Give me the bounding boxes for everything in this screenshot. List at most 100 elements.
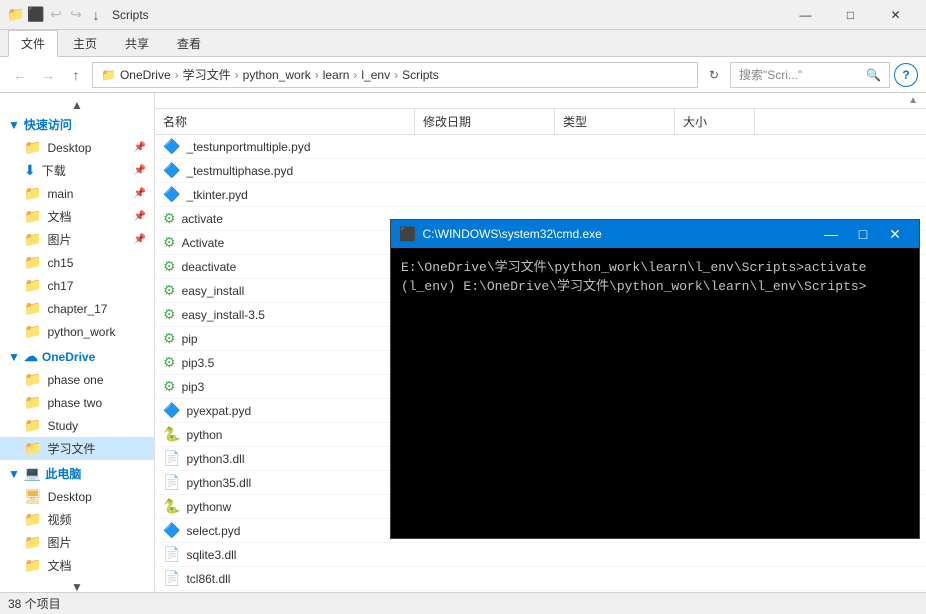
table-row[interactable]: 🔷 _tkinter.pyd — [155, 183, 926, 207]
cmd-body[interactable]: E:\OneDrive\学习文件\python_work\learn\l_env… — [391, 248, 919, 538]
sidebar-item-pictures[interactable]: 📁 图片 📌 — [0, 228, 154, 251]
file-list-header: 名称 修改日期 类型 大小 — [155, 109, 926, 135]
file-name-cell: 🔷 pyexpat.pyd — [155, 399, 415, 422]
file-date-cell — [415, 144, 555, 150]
cmd-close[interactable]: ✕ — [879, 220, 911, 248]
table-row[interactable]: 📄 tk86t.dll — [155, 591, 926, 592]
sidebar-item-phase-two[interactable]: 📁 phase two — [0, 391, 154, 414]
breadcrumb-lenv[interactable]: l_env — [361, 68, 390, 82]
up-button[interactable]: ↑ — [64, 63, 88, 87]
sidebar-item-pc-video[interactable]: 📁 视频 — [0, 508, 154, 531]
breadcrumb-learn[interactable]: learn — [323, 68, 350, 82]
file-type-cell — [555, 576, 675, 582]
sidebar-item-downloads[interactable]: ⬇ 下载 📌 — [0, 159, 154, 182]
title-bar-icons: 📁 ⬛ ↩ ↪ ↓ — [8, 7, 104, 23]
sidebar-label-downloads: 下载 — [42, 162, 66, 179]
sidebar-item-desktop[interactable]: 📁 Desktop 📌 — [0, 136, 154, 159]
sidebar-quick-access-header[interactable]: ▼ 快速访问 — [0, 113, 154, 136]
onedrive-chevron-icon: ▼ — [8, 350, 20, 364]
file-name-cell: 📄 tk86t.dll — [155, 591, 415, 592]
file-size-cell — [675, 576, 755, 582]
folder-icon-ch17: 📁 — [24, 277, 41, 294]
folder-icon-phasetwo: 📁 — [24, 394, 41, 411]
minimize-button[interactable]: — — [783, 0, 828, 30]
tab-view[interactable]: 查看 — [164, 30, 214, 56]
sidebar-item-pc-desktop[interactable]: 🖥 Desktop — [0, 485, 154, 508]
breadcrumb-python-work[interactable]: python_work — [243, 68, 311, 82]
tab-home[interactable]: 主页 — [60, 30, 110, 56]
refresh-button[interactable]: ↻ — [702, 63, 726, 87]
header-date[interactable]: 修改日期 — [415, 109, 555, 134]
breadcrumb-xuexiwenjian[interactable]: 学习文件 — [183, 66, 231, 83]
table-row[interactable]: 🔷 _testunportmultiple.pyd — [155, 135, 926, 159]
folder-icon-ch15: 📁 — [24, 254, 41, 271]
file-name-cell: ⚙ easy_install-3.5 — [155, 303, 415, 326]
download-icon: ⬇ — [24, 162, 36, 179]
tab-file[interactable]: 文件 — [8, 30, 58, 57]
table-row[interactable]: 📄 sqlite3.dll — [155, 543, 926, 567]
cmd-maximize[interactable]: □ — [847, 220, 879, 248]
search-box[interactable]: 搜索"Scri..." 🔍 — [730, 62, 890, 88]
back-button[interactable]: ← — [8, 63, 32, 87]
properties-icon[interactable]: ↓ — [88, 7, 104, 23]
sidebar-onedrive-header[interactable]: ▼ ☁ OneDrive — [0, 345, 154, 368]
header-type[interactable]: 类型 — [555, 109, 675, 134]
file-name-cell: 🔷 _tkinter.pyd — [155, 183, 415, 206]
help-button[interactable]: ? — [894, 63, 918, 87]
sidebar-item-chapter17[interactable]: 📁 chapter_17 — [0, 297, 154, 320]
window-icon: 📁 — [8, 7, 24, 23]
sidebar-item-phase-one[interactable]: 📁 phase one — [0, 368, 154, 391]
file-name-cell: ⚙ easy_install — [155, 279, 415, 302]
tab-share[interactable]: 共享 — [112, 30, 162, 56]
sidebar-item-pc-pictures[interactable]: 📁 图片 — [0, 531, 154, 554]
sidebar-item-pc-documents[interactable]: 📁 文档 — [0, 554, 154, 577]
file-name-cell: 🐍 python — [155, 423, 415, 446]
cmd-titlebar: ⬛ C:\WINDOWS\system32\cmd.exe — □ ✕ — [391, 220, 919, 248]
file-name-cell: 📄 python35.dll — [155, 471, 415, 494]
chevron-right-icon: ▼ — [8, 118, 20, 132]
maximize-button[interactable]: □ — [828, 0, 873, 30]
folder-icon-phaseone: 📁 — [24, 371, 41, 388]
header-size[interactable]: 大小 — [675, 109, 755, 134]
table-row[interactable]: 📄 tcl86t.dll — [155, 567, 926, 591]
header-name[interactable]: 名称 — [155, 109, 415, 134]
sidebar-label-pc-documents: 文档 — [47, 557, 71, 574]
folder-icon-pc-pictures: 📁 — [24, 534, 41, 551]
sidebar-pc-header[interactable]: ▼ 💻 此电脑 — [0, 462, 154, 485]
sidebar-item-main[interactable]: 📁 main 📌 — [0, 182, 154, 205]
table-row[interactable]: 🔷 _testmultiphase.pyd — [155, 159, 926, 183]
folder-icon-pc-desktop: 🖥 — [24, 488, 42, 505]
folder-icon: 📁 — [24, 139, 41, 156]
file-name-cell: 📄 python3.dll — [155, 447, 415, 470]
file-list-scroll-up[interactable]: ▲ — [155, 93, 926, 109]
undo-icon[interactable]: ↩ — [48, 7, 64, 23]
folder-icon-pics: 📁 — [24, 231, 41, 248]
file-size-cell — [675, 144, 755, 150]
window-controls: — □ ✕ — [783, 0, 918, 30]
sidebar-item-ch17[interactable]: 📁 ch17 — [0, 274, 154, 297]
pc-chevron-icon: ▼ — [8, 467, 20, 481]
redo-icon[interactable]: ↪ — [68, 7, 84, 23]
close-button[interactable]: ✕ — [873, 0, 918, 30]
search-icon[interactable]: 🔍 — [866, 68, 881, 82]
sidebar-item-ch15[interactable]: 📁 ch15 — [0, 251, 154, 274]
sidebar-scroll-up[interactable]: ▲ — [0, 97, 154, 113]
file-type-cell — [555, 144, 675, 150]
pin-icon: 📌 — [134, 142, 146, 153]
breadcrumb-scripts[interactable]: Scripts — [402, 68, 439, 82]
sidebar-item-study[interactable]: 📁 Study — [0, 414, 154, 437]
sidebar-label-ch15: ch15 — [47, 256, 73, 270]
file-date-cell — [415, 552, 555, 558]
file-name-cell: 📄 sqlite3.dll — [155, 543, 415, 566]
breadcrumb-onedrive[interactable]: OneDrive — [120, 68, 171, 82]
cmd-minimize[interactable]: — — [815, 220, 847, 248]
quick-access-icon[interactable]: ⬛ — [28, 7, 44, 23]
cmd-icon: ⬛ — [399, 226, 416, 243]
sidebar-item-documents[interactable]: 📁 文档 📌 — [0, 205, 154, 228]
sidebar-item-xuexiwenjian[interactable]: 📁 学习文件 — [0, 437, 154, 460]
sidebar-item-pythonwork[interactable]: 📁 python_work — [0, 320, 154, 343]
address-path[interactable]: 📁 OneDrive › 学习文件 › python_work › learn … — [92, 62, 698, 88]
sidebar-scroll-down[interactable]: ▼ — [0, 579, 154, 592]
forward-button[interactable]: → — [36, 63, 60, 87]
breadcrumb-folder-icon: 📁 — [101, 68, 116, 82]
